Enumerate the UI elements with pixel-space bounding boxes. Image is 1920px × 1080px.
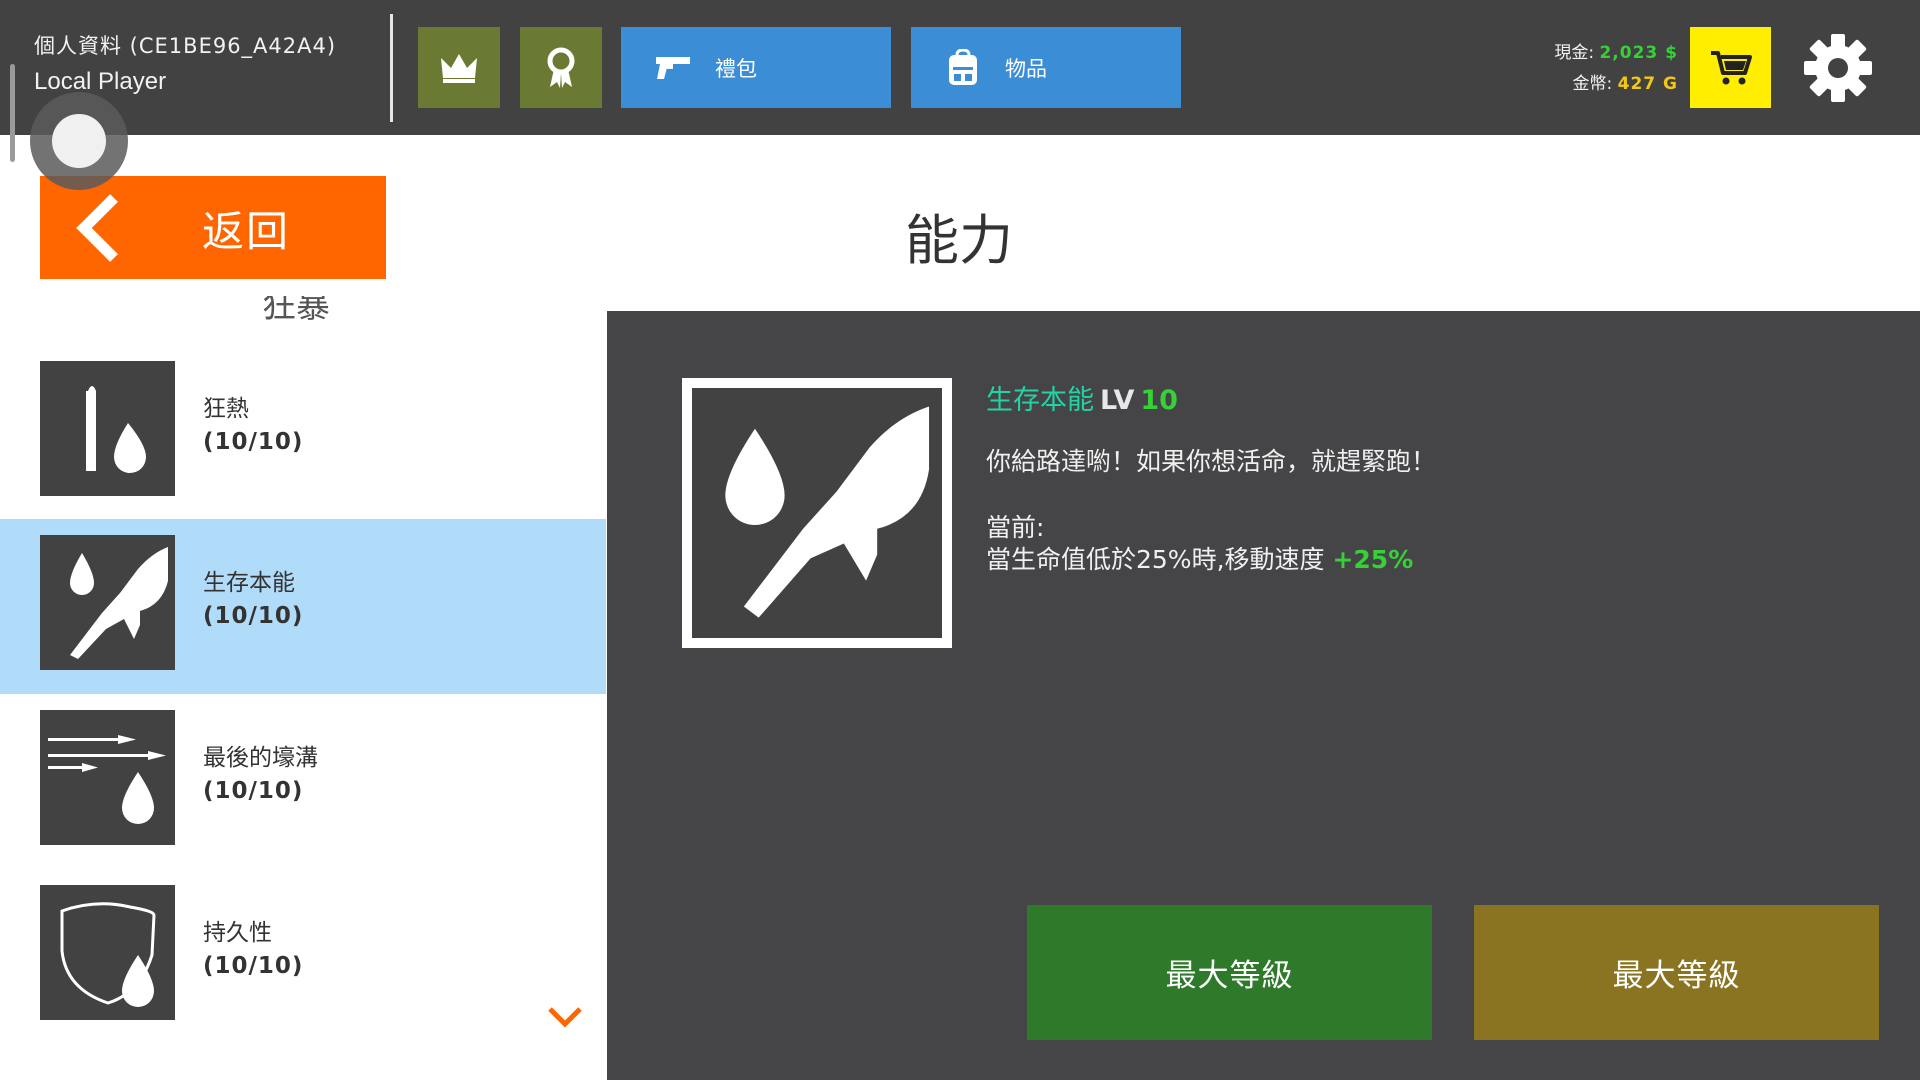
skill-item-last-trench[interactable]: 最後的壕溝 (10/10)	[0, 694, 606, 869]
pistol-icon	[653, 48, 693, 88]
touch-indicator	[30, 92, 128, 190]
leaderboard-button[interactable]	[418, 27, 500, 108]
chevron-left-icon	[76, 194, 118, 262]
backpack-icon	[943, 48, 983, 88]
current-effect-text: 當生命值低於25%時,移動速度	[986, 545, 1325, 574]
shop-cart-button[interactable]	[1690, 27, 1771, 108]
bullets-drop-icon	[40, 710, 175, 845]
back-label: 返回	[202, 207, 291, 256]
partial-header-text: 狂暴	[262, 296, 330, 326]
max-level-button-cash[interactable]: 最大等級	[1027, 905, 1432, 1040]
currency-display: 現金: 2,023 $ 金幣: 427 G	[1554, 38, 1678, 100]
page-title: 能力	[905, 209, 1013, 272]
skill-detail-title: 生存本能 LV 10	[986, 378, 1178, 417]
skill-name: 狂熱	[203, 396, 249, 422]
max-level-button-gold[interactable]: 最大等級	[1474, 905, 1879, 1040]
skill-level: (10/10)	[203, 603, 304, 629]
cash-value: 2,023 $	[1599, 43, 1678, 63]
ribbon-icon	[547, 47, 575, 88]
top-bar: 個人資料 (CE1BE96_A42A4) Local Player 禮包 物品 …	[0, 0, 1920, 135]
back-button[interactable]: 返回	[40, 176, 386, 279]
header-divider	[390, 14, 393, 122]
shield-drop-icon	[40, 885, 175, 1020]
chevron-down-icon[interactable]	[546, 1003, 584, 1031]
cash-label: 現金:	[1554, 43, 1595, 63]
items-button[interactable]: 物品	[911, 27, 1181, 108]
skill-name: 最後的壕溝	[203, 745, 318, 771]
skill-item-survival-instinct[interactable]: 生存本能 (10/10)	[0, 519, 606, 694]
left-scrollbar[interactable]	[10, 64, 15, 162]
settings-button[interactable]	[1800, 30, 1876, 106]
current-label: 當前:	[986, 513, 1045, 542]
gift-pack-label: 禮包	[715, 56, 757, 81]
current-effect-bonus: +25%	[1332, 545, 1414, 574]
touch-indicator-dot	[52, 114, 106, 168]
running-drop-icon	[40, 535, 175, 670]
skill-name: 生存本能	[203, 570, 295, 596]
gold-value: 427 G	[1617, 74, 1678, 94]
skill-level: (10/10)	[203, 429, 304, 455]
achievements-button[interactable]	[520, 27, 602, 108]
skill-name: 持久性	[203, 920, 272, 946]
gold-label: 金幣:	[1572, 74, 1613, 94]
profile-title: 個人資料 (CE1BE96_A42A4)	[34, 34, 337, 58]
gear-icon	[1804, 34, 1872, 102]
bullet-drop-icon	[40, 361, 175, 496]
skill-detail-lv-value: 10	[1140, 385, 1178, 416]
skill-item-frenzy[interactable]: 狂熱 (10/10)	[0, 345, 606, 520]
gift-pack-button[interactable]: 禮包	[621, 27, 891, 108]
skill-detail-lv-label: LV	[1100, 385, 1135, 416]
cart-icon	[1710, 50, 1752, 84]
skill-detail-name: 生存本能	[986, 385, 1094, 416]
profile-info[interactable]: 個人資料 (CE1BE96_A42A4) Local Player	[34, 30, 336, 96]
skill-level: (10/10)	[203, 778, 304, 804]
current-effect: 當生命值低於25%時,移動速度 +25%	[986, 540, 1413, 576]
skill-description: 你給路達喲！如果你想活命，就趕緊跑！	[986, 447, 1437, 476]
list-partial-header: 狂暴	[262, 296, 352, 326]
skill-level: (10/10)	[203, 953, 304, 979]
running-drop-icon	[692, 388, 942, 638]
skill-detail-image	[682, 378, 952, 648]
crown-icon	[441, 53, 477, 83]
skill-item-persistence[interactable]: 持久性 (10/10)	[0, 869, 606, 1044]
items-label: 物品	[1005, 56, 1047, 81]
